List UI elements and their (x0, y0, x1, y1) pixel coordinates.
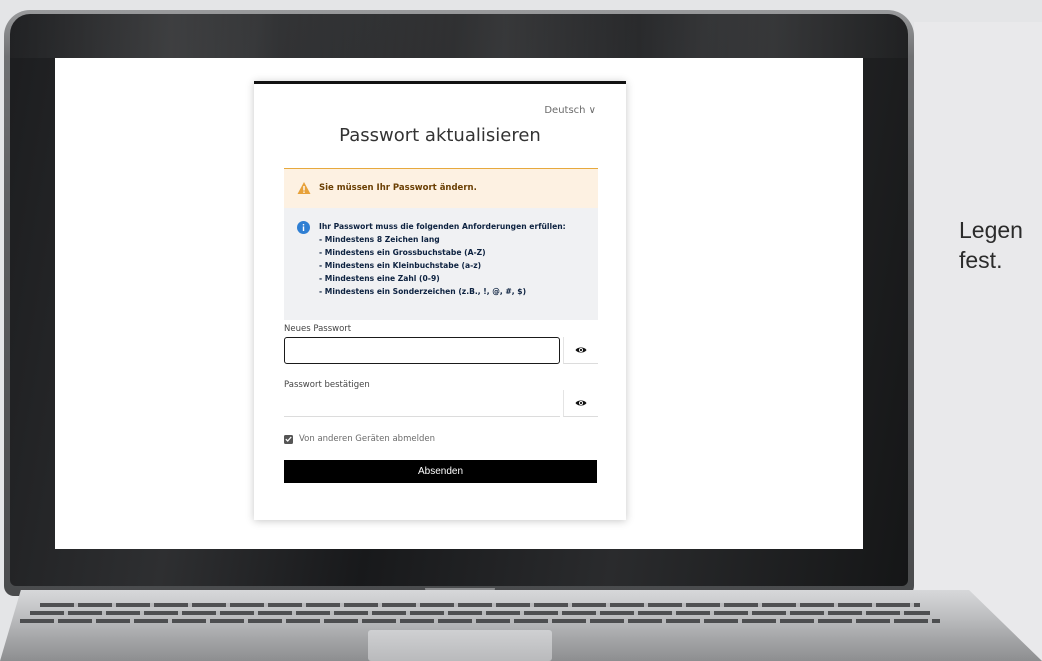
submit-button[interactable]: Absenden (284, 460, 597, 483)
keyboard-row (20, 619, 940, 623)
requirement-item: - Mindestens ein Kleinbuchstabe (a-z) (319, 260, 482, 270)
new-password-label: Neues Passwort (284, 324, 352, 334)
logout-other-devices-checkbox[interactable] (284, 434, 293, 444)
eye-icon (575, 347, 587, 353)
new-password-group (284, 337, 598, 364)
confirm-password-label: Passwort bestätigen (284, 380, 370, 390)
toggle-confirm-password-visibility[interactable] (563, 390, 598, 417)
requirement-item: - Mindestens ein Sonderzeichen (z.B., !,… (319, 286, 527, 296)
logout-other-devices-row: Von anderen Geräten abmelden (284, 434, 435, 444)
keyboard-row (30, 611, 930, 615)
laptop-trackpad (368, 630, 552, 661)
password-update-card: Deutsch ∨ Passwort aktualisieren Sie müs… (254, 81, 626, 520)
checkmark-icon (285, 436, 292, 442)
info-alert: Ihr Passwort muss die folgenden Anforder… (284, 208, 598, 320)
bezel-reflection (10, 14, 908, 58)
page-title: Passwort aktualisieren (339, 125, 541, 146)
warning-alert: Sie müssen Ihr Passwort ändern. (284, 168, 598, 209)
eye-icon (575, 400, 587, 406)
keyboard-row (40, 603, 920, 607)
new-password-input[interactable] (284, 337, 560, 364)
password-requirements-list: Ihr Passwort muss die folgenden Anforder… (319, 221, 566, 298)
toggle-new-password-visibility[interactable] (563, 337, 598, 364)
language-selector[interactable]: Deutsch ∨ (544, 105, 596, 116)
confirm-password-group (284, 390, 598, 417)
warning-text: Sie müssen Ihr Passwort ändern. (319, 183, 477, 193)
confirm-password-input[interactable] (284, 390, 560, 417)
stage: Legen fest. Deutsch ∨ Passwort aktualisi… (0, 0, 1042, 661)
requirement-item: - Mindestens eine Zahl (0-9) (319, 273, 440, 283)
logout-other-devices-label: Von anderen Geräten abmelden (299, 434, 435, 444)
requirement-item: - Mindestens ein Grossbuchstabe (A-Z) (319, 247, 486, 257)
warning-triangle-icon (297, 182, 311, 194)
info-circle-icon (297, 221, 310, 234)
side-panel (914, 22, 1042, 661)
laptop-screen: Deutsch ∨ Passwort aktualisieren Sie müs… (55, 58, 863, 549)
requirement-item: - Mindestens 8 Zeichen lang (319, 234, 440, 244)
side-panel-text: Legen fest. (959, 217, 1023, 273)
requirements-heading: Ihr Passwort muss die folgenden Anforder… (319, 222, 566, 231)
